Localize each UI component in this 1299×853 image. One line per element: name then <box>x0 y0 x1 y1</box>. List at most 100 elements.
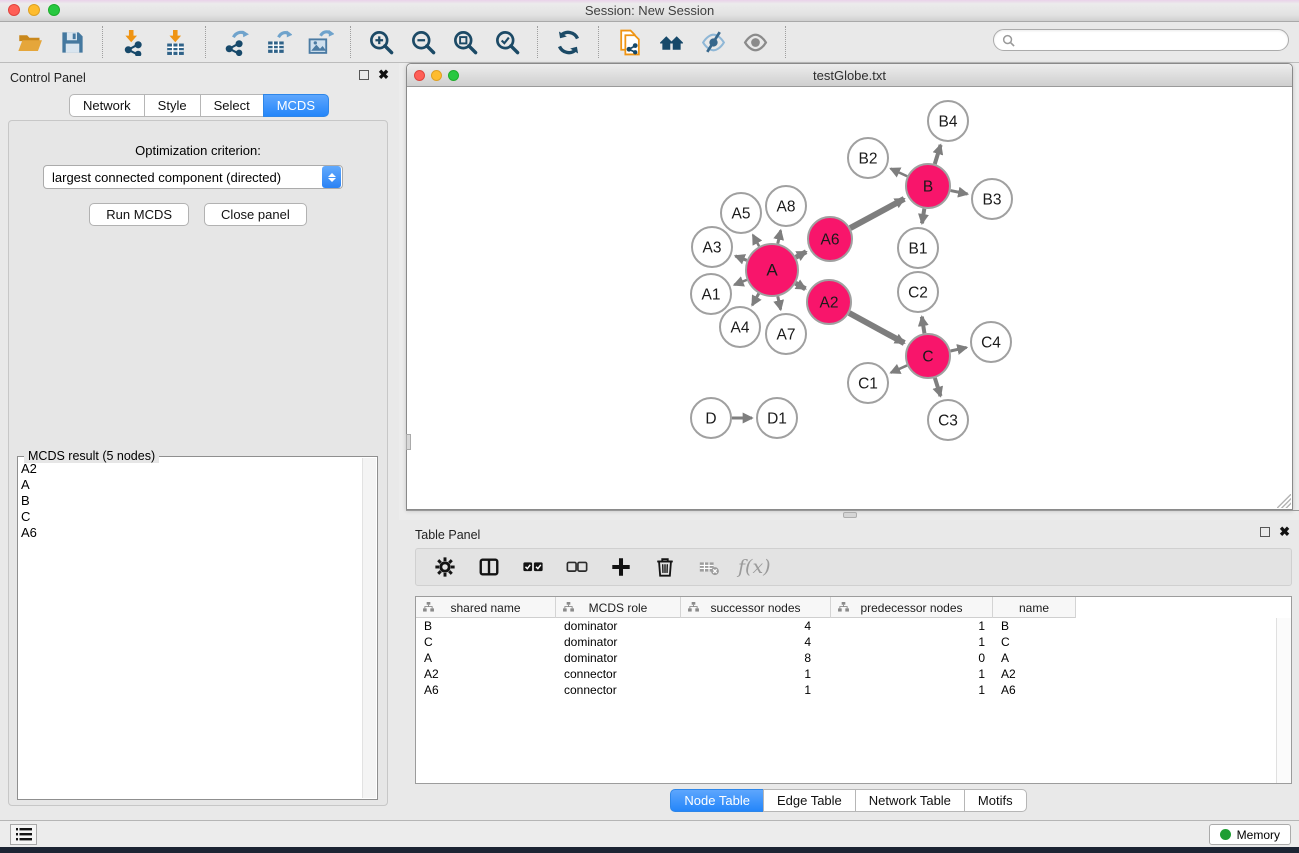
clone-network-icon[interactable] <box>608 26 650 58</box>
table-cell: A <box>416 650 556 666</box>
function-builder-icon: f(x) <box>738 556 771 578</box>
splitter-handle[interactable] <box>843 512 857 518</box>
refresh-icon[interactable] <box>547 26 589 58</box>
export-image-icon[interactable] <box>299 26 341 58</box>
export-table-icon[interactable] <box>257 26 299 58</box>
status-bar: Memory <box>0 820 1299 847</box>
graph-edge-B-B1[interactable] <box>922 209 924 224</box>
graph-edge-A-A6[interactable] <box>796 252 806 258</box>
column-header-name[interactable]: name <box>993 597 1076 618</box>
tab-select[interactable]: Select <box>200 94 264 117</box>
graph-edge-C-C2[interactable] <box>922 317 925 334</box>
network-canvas[interactable]: AA6A2BCA5A8A3A1A4A7B2B4B3B1C2C4C1C3DD1 <box>407 87 1292 509</box>
float-panel-icon[interactable] <box>359 70 369 80</box>
select-all-icon[interactable] <box>518 553 548 581</box>
hide-graphics-icon[interactable] <box>692 26 734 58</box>
zoom-out-icon[interactable] <box>402 26 444 58</box>
tab-network[interactable]: Network <box>69 94 145 117</box>
criterion-select[interactable]: largest connected component (directed) <box>43 165 343 189</box>
tab-style[interactable]: Style <box>144 94 201 117</box>
show-graphics-icon[interactable] <box>734 26 776 58</box>
delete-table-icon <box>694 553 724 581</box>
graph-edge-A-A8[interactable] <box>778 230 781 243</box>
window-resize-grip[interactable] <box>1277 494 1291 508</box>
graph-edge-A-A4[interactable] <box>752 294 759 306</box>
graph-node-label: C4 <box>981 335 1001 352</box>
memory-button[interactable]: Memory <box>1209 824 1291 845</box>
tab-node-table[interactable]: Node Table <box>670 789 764 812</box>
column-header-successor-nodes[interactable]: successor nodes <box>681 597 831 618</box>
column-header-shared-name[interactable]: shared name <box>416 597 556 618</box>
run-mcds-button[interactable]: Run MCDS <box>89 203 189 226</box>
close-panel-icon[interactable]: ✖ <box>378 70 389 80</box>
graph-node-label: A5 <box>732 206 751 223</box>
zoom-in-icon[interactable] <box>360 26 402 58</box>
table-close-panel-icon[interactable]: ✖ <box>1279 527 1290 537</box>
result-item[interactable]: C <box>21 509 359 525</box>
graph-edge-A-A5[interactable] <box>753 235 759 246</box>
result-item[interactable]: A2 <box>21 461 359 477</box>
table-row[interactable]: Bdominator41B <box>416 618 1276 634</box>
add-column-icon[interactable] <box>606 553 636 581</box>
column-header-predecessor-nodes[interactable]: predecessor nodes <box>831 597 993 618</box>
import-network-icon[interactable] <box>112 26 154 58</box>
graph-edge-A6-B[interactable] <box>850 199 904 228</box>
horizontal-splitter[interactable] <box>399 510 1299 520</box>
export-network-icon[interactable] <box>215 26 257 58</box>
graph-node-label: A3 <box>703 240 722 257</box>
result-item[interactable]: A6 <box>21 525 359 541</box>
table-scrollbar[interactable] <box>1276 618 1291 783</box>
tab-edge-table[interactable]: Edge Table <box>763 789 856 812</box>
splitter-handle-left[interactable] <box>406 434 411 450</box>
home-view-icon[interactable] <box>650 26 692 58</box>
import-table-icon[interactable] <box>154 26 196 58</box>
table-cell: A2 <box>993 666 1076 682</box>
network-view-window: testGlobe.txt AA6A2BCA5A8A3A1A4A7B2B4B3B… <box>406 63 1293 510</box>
result-scrollbar[interactable] <box>362 458 376 798</box>
table-row[interactable]: A6connector11A6 <box>416 682 1276 698</box>
zoom-fit-icon[interactable] <box>444 26 486 58</box>
table-row[interactable]: Cdominator41C <box>416 634 1276 650</box>
graph-edge-B-B2[interactable] <box>891 169 908 177</box>
graph-edge-B-B3[interactable] <box>951 191 968 194</box>
network-window-titlebar[interactable]: testGlobe.txt <box>407 64 1292 87</box>
result-item[interactable]: B <box>21 493 359 509</box>
graph-edge-A-A2[interactable] <box>796 283 806 289</box>
search-field[interactable] <box>993 29 1289 51</box>
graph-edge-C-C3[interactable] <box>935 378 941 396</box>
graph-edge-A2-C[interactable] <box>849 313 904 343</box>
table-float-panel-icon[interactable] <box>1260 527 1270 537</box>
graph-edge-B-B4[interactable] <box>935 145 941 164</box>
graph-edge-A-A7[interactable] <box>778 296 781 309</box>
hierarchy-icon <box>688 602 699 612</box>
tab-motifs[interactable]: Motifs <box>964 789 1027 812</box>
graph-edge-C-C4[interactable] <box>950 347 966 351</box>
graph-node-label: D1 <box>767 411 787 428</box>
table-cell: A6 <box>416 682 556 698</box>
zoom-selected-icon[interactable] <box>486 26 528 58</box>
graph-node-label: B <box>923 179 933 196</box>
column-view-icon[interactable] <box>474 553 504 581</box>
node-table: shared nameMCDS rolesuccessor nodesprede… <box>415 596 1292 784</box>
table-cell: 4 <box>681 634 831 650</box>
deselect-all-icon[interactable] <box>562 553 592 581</box>
mcds-result-list[interactable]: A2ABCA6 <box>21 461 359 797</box>
tab-mcds[interactable]: MCDS <box>263 94 329 117</box>
graph-edge-A-A1[interactable] <box>734 280 747 285</box>
column-header-MCDS-role[interactable]: MCDS role <box>556 597 681 618</box>
graph-edge-A-A3[interactable] <box>735 256 746 260</box>
search-input[interactable] <box>1020 33 1280 47</box>
graph-node-label: A1 <box>702 287 721 304</box>
graph-edge-C-C1[interactable] <box>891 365 907 372</box>
task-history-button[interactable] <box>10 824 37 845</box>
table-row[interactable]: Adominator80A <box>416 650 1276 666</box>
open-session-button[interactable] <box>9 26 51 58</box>
close-panel-button[interactable]: Close panel <box>204 203 307 226</box>
delete-column-icon[interactable] <box>650 553 680 581</box>
result-item[interactable]: A <box>21 477 359 493</box>
save-session-button[interactable] <box>51 26 93 58</box>
table-cell: 4 <box>681 618 831 634</box>
table-row[interactable]: A2connector11A2 <box>416 666 1276 682</box>
settings-gear-icon[interactable] <box>430 553 460 581</box>
tab-network-table[interactable]: Network Table <box>855 789 965 812</box>
